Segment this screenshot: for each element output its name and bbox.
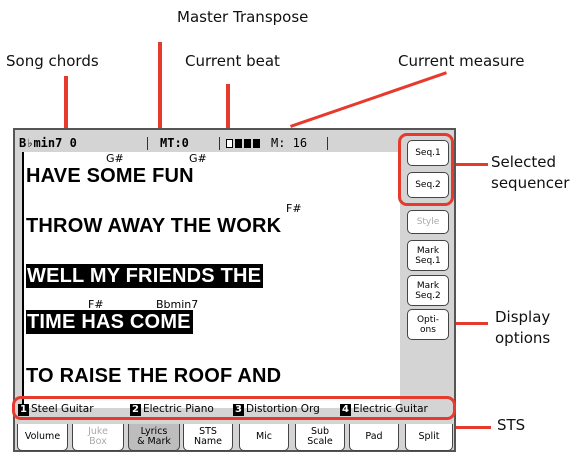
song-chord-readout: B♭min7 0 bbox=[19, 136, 77, 150]
lyric-line-highlighted: WELL MY FRIENDS THE bbox=[26, 264, 264, 288]
tab-sts-name[interactable]: STS Name bbox=[183, 424, 233, 451]
divider bbox=[147, 137, 148, 150]
selected-sequencer-callout: Selected sequencer bbox=[491, 153, 570, 192]
sequencer-highlight-box bbox=[398, 133, 454, 206]
status-bar: B♭min7 0 MT:0 M: 16 bbox=[19, 136, 398, 152]
current-measure-pointer bbox=[290, 71, 447, 128]
tab-juke-box[interactable]: Juke Box bbox=[72, 424, 124, 451]
beat-indicator bbox=[235, 139, 242, 148]
sts-highlight-box bbox=[12, 396, 456, 420]
master-transpose-readout: MT:0 bbox=[160, 136, 189, 150]
divider bbox=[327, 137, 328, 150]
tab-mic[interactable]: Mic bbox=[239, 424, 289, 451]
tab-volume[interactable]: Volume bbox=[17, 424, 68, 451]
current-measure-callout: Current measure bbox=[398, 52, 525, 70]
chord-label: F# bbox=[286, 202, 302, 215]
current-beat-pointer bbox=[226, 84, 230, 132]
tab-sub-scale[interactable]: Sub Scale bbox=[295, 424, 345, 451]
beat-indicator bbox=[226, 139, 233, 148]
sts-pointer bbox=[455, 426, 491, 429]
beat-indicator bbox=[253, 139, 260, 148]
mark-seq1-button[interactable]: Mark Seq.1 bbox=[407, 240, 449, 271]
current-beat-callout: Current beat bbox=[185, 52, 280, 70]
mark-seq2-button[interactable]: Mark Seq.2 bbox=[407, 275, 449, 306]
song-chords-callout: Song chords bbox=[6, 52, 99, 70]
selected-sequencer-pointer bbox=[454, 163, 488, 166]
current-measure-readout: M: 16 bbox=[271, 136, 308, 150]
song-chords-pointer bbox=[64, 76, 68, 132]
tab-split[interactable]: Split bbox=[405, 424, 453, 451]
lyrics-area: G# G# HAVE SOME FUN F# THROW AWAY THE WO… bbox=[22, 152, 400, 408]
divider bbox=[219, 137, 220, 150]
lyric-line-highlighted: TIME HAS COME bbox=[26, 310, 193, 334]
master-transpose-callout: Master Transpose bbox=[177, 8, 309, 26]
sts-callout: STS bbox=[497, 416, 526, 434]
display-options-callout: Display options bbox=[495, 308, 551, 347]
tab-pad[interactable]: Pad bbox=[349, 424, 399, 451]
options-button[interactable]: Opti- ons bbox=[407, 309, 449, 340]
beat-indicator bbox=[244, 139, 251, 148]
lyric-line: THROW AWAY THE WORK bbox=[26, 215, 282, 237]
lyric-line: TO RAISE THE ROOF AND bbox=[26, 365, 282, 387]
tab-lyrics-mark[interactable]: Lyrics & Mark bbox=[128, 424, 180, 451]
style-button[interactable]: Style bbox=[407, 210, 449, 234]
master-transpose-pointer bbox=[158, 42, 162, 130]
lyric-line: HAVE SOME FUN bbox=[26, 165, 194, 187]
